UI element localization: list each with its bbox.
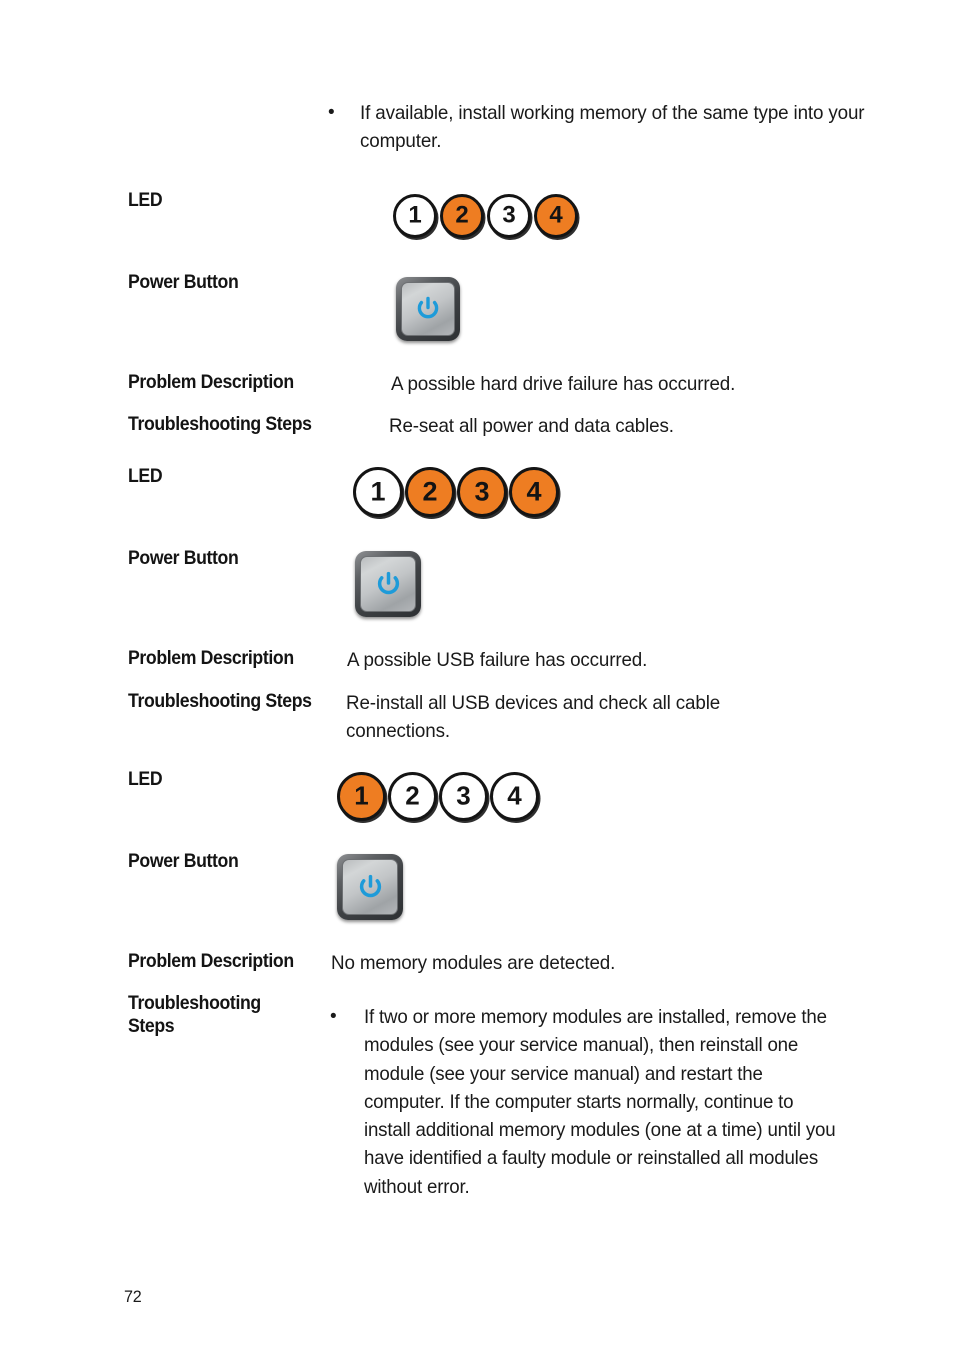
intro-bullet-text: If available, install working memory of … [360, 102, 865, 152]
section-2-power-button-icon [355, 551, 421, 617]
section-3-problem-description-label: Problem Description [128, 951, 294, 972]
led-number: 2 [455, 201, 469, 229]
section-1-power-button-label: Power Button [128, 272, 239, 293]
led-indicator-2: 2 [388, 772, 437, 821]
led-number: 1 [370, 476, 386, 506]
led-number: 2 [422, 476, 438, 506]
power-icon [359, 874, 381, 897]
led-indicator-4: 4 [534, 194, 578, 238]
section-2-led-label: LED [128, 466, 163, 487]
section-1-problem-description-text: A possible hard drive failure has occurr… [391, 373, 736, 395]
section-1-troubleshooting-text: Re-seat all power and data cables. [389, 415, 674, 437]
section-3-power-button-icon [337, 854, 403, 920]
power-icon [377, 571, 399, 594]
led-number: 4 [549, 201, 563, 229]
led-indicator-1: 1 [393, 194, 437, 238]
led-number: 3 [502, 201, 516, 229]
power-button-face [342, 859, 398, 915]
section-3-troubleshooting-label: Troubleshooting Steps [128, 993, 261, 1038]
section-2-troubleshooting-text: Re-install all USB devices and check all… [346, 692, 721, 742]
section-3-troubleshooting-bullet-item: • If two or more memory modules are inst… [330, 1003, 860, 1201]
led-number: 4 [507, 780, 522, 811]
section-1-led-label: LED [128, 190, 163, 211]
section-2-problem-description-label: Problem Description [128, 648, 294, 669]
document-page: • If available, install working memory o… [0, 0, 954, 1366]
bullet-marker-icon: • [330, 1006, 337, 1027]
power-button-face [401, 282, 455, 336]
led-number: 1 [408, 201, 422, 229]
page-number: 72 [124, 1287, 142, 1306]
led-number: 3 [456, 780, 471, 811]
section-1-troubleshooting-label: Troubleshooting Steps [128, 414, 312, 435]
section-1-led-group: 1 2 3 4 [393, 194, 578, 238]
led-indicator-2: 2 [405, 467, 455, 517]
power-icon [417, 296, 439, 319]
section-3-led-group: 1 2 3 4 [337, 772, 539, 821]
section-2-led-group: 1 2 3 4 [353, 467, 559, 517]
section-1-problem-description-label: Problem Description [128, 372, 294, 393]
intro-bullet-item: • If available, install working memory o… [328, 100, 888, 155]
section-3-troubleshooting-bullet-text: If two or more memory modules are instal… [364, 1006, 836, 1198]
power-button-face [360, 556, 416, 612]
led-indicator-1: 1 [337, 772, 386, 821]
bullet-marker-icon: • [328, 102, 335, 123]
led-indicator-4: 4 [509, 467, 559, 517]
led-indicator-3: 3 [457, 467, 507, 517]
section-2-power-button-label: Power Button [128, 548, 239, 569]
section-2-troubleshooting-label: Troubleshooting Steps [128, 691, 312, 712]
section-3-power-button-label: Power Button [128, 851, 239, 872]
section-2-problem-description-text: A possible USB failure has occurred. [347, 649, 648, 671]
led-indicator-4: 4 [490, 772, 539, 821]
led-number: 1 [354, 780, 369, 811]
led-indicator-1: 1 [353, 467, 403, 517]
led-indicator-3: 3 [439, 772, 488, 821]
led-indicator-3: 3 [487, 194, 531, 238]
led-number: 4 [526, 476, 542, 506]
led-number: 2 [405, 780, 420, 811]
section-1-power-button-icon [396, 277, 460, 341]
led-number: 3 [474, 476, 490, 506]
led-indicator-2: 2 [440, 194, 484, 238]
section-3-led-label: LED [128, 769, 163, 790]
section-3-problem-description-text: No memory modules are detected. [331, 952, 616, 974]
